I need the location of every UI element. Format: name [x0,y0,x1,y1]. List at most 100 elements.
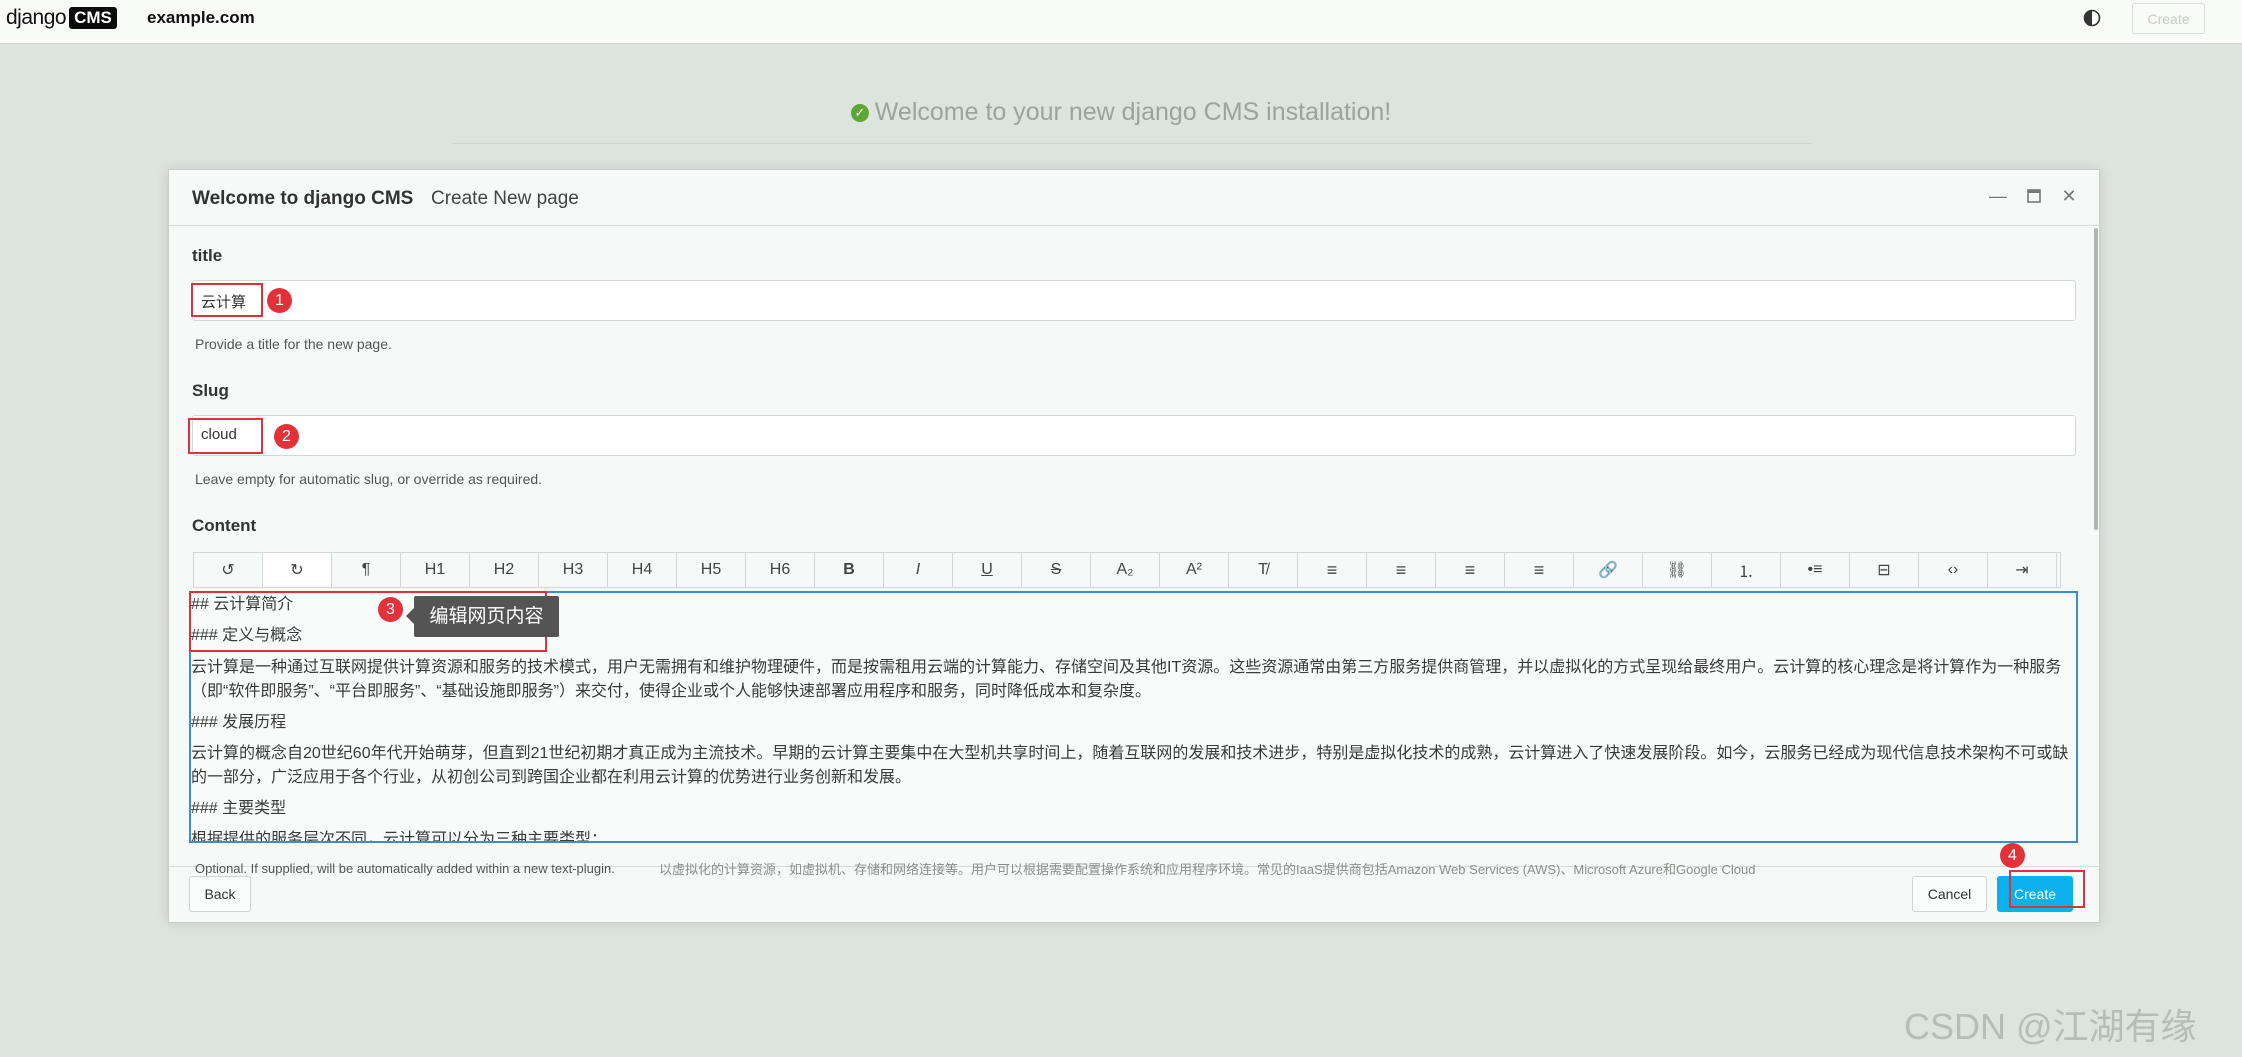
modal-title: Welcome to django CMS [192,188,414,209]
bold-icon: B [843,561,855,578]
modal-subtitle: Create New page [431,188,579,209]
italic-icon: I [915,561,921,578]
strikethrough-icon: S [1050,561,1062,578]
align-left-icon: ≡ [1326,559,1338,580]
top-create-button[interactable]: Create [2132,3,2205,34]
logo-text: django [6,6,67,29]
toolbar-clear-format-button[interactable]: T̸ [1229,553,1298,587]
horizontal-rule-icon: ⊟ [1877,562,1891,579]
toolbar-ordered-list-button[interactable]: ⒈ [1712,553,1781,587]
unlink-icon: ⛓ [1666,562,1688,579]
back-button[interactable]: Back [189,876,251,912]
toolbar-paragraph-button[interactable]: ¶ [332,553,401,587]
toolbar-h2-button[interactable]: H2 [470,553,539,587]
divider [452,143,1812,144]
underline-icon: U [981,561,993,578]
toolbar-bullet-list-button[interactable]: •≡ [1781,553,1850,587]
check-circle-icon: ✓ [850,104,869,122]
step-badge-3: 3 [378,597,403,622]
h4-icon: H4 [631,561,653,578]
toolbar-h3-button[interactable]: H3 [539,553,608,587]
toolbar-redo-button[interactable]: ↻ [263,553,332,587]
highlight-box-1 [191,283,263,317]
link-icon: 🔗 [1598,562,1618,579]
undo-icon: ↺ [221,562,235,579]
editor-line: 根据提供的服务层次不同，云计算可以分为三种主要类型： [191,831,608,843]
toolbar-indent-button[interactable]: ⇥ [1988,553,2057,587]
editor-line: ### 发展历程 [191,714,287,731]
toolbar-align-left-button[interactable]: ≡ [1298,553,1367,587]
slug-label: Slug [192,381,229,400]
top-bar: django CMS example.com Create [0,0,2242,44]
h2-icon: H2 [493,561,515,578]
slug-input[interactable]: cloud [192,415,2076,456]
modal-footer: Optional. If supplied, will be automatic… [169,843,2099,922]
h5-icon: H5 [700,561,722,578]
logo-badge: CMS [69,7,117,29]
align-center-icon: ≡ [1395,559,1407,580]
slug-help-text: Leave empty for automatic slug, or overr… [195,471,543,487]
minimize-icon[interactable]: — [1988,186,2008,206]
toolbar-underline-button[interactable]: U [953,553,1022,587]
site-name-link[interactable]: example.com [147,8,255,28]
bullet-list-icon: •≡ [1807,561,1823,578]
step-badge-2: 2 [274,424,299,449]
editor-overflow-text: 以虚拟化的计算资源，如虚拟机、存储和网络连接等。用户可以根据需要配置操作系统和应… [659,862,1756,877]
redo-icon: ↻ [290,562,304,579]
scrollbar-thumb[interactable] [2094,228,2098,530]
step-badge-1: 1 [267,288,292,313]
toolbar-h5-button[interactable]: H5 [677,553,746,587]
paragraph-icon: ¶ [361,561,371,578]
edit-content-tooltip: 编辑网页内容 [406,596,559,637]
highlight-box-4 [2009,870,2085,908]
source-code-icon: ‹› [1947,561,1959,578]
modal-body: title 云计算 1 Provide a title for the new … [169,226,2089,866]
close-icon[interactable]: ✕ [2059,186,2079,206]
maximize-icon[interactable] [2024,186,2044,206]
clear-format-icon: T̸ [1258,561,1268,578]
modal-header: Welcome to django CMS Create New page — … [169,170,2099,226]
modal-scrollbar[interactable] [2094,226,2100,866]
toolbar-justify-button[interactable]: ≡ [1505,553,1574,587]
create-page-modal: Welcome to django CMS Create New page — … [168,169,2100,923]
toolbar-unlink-button[interactable]: ⛓ [1643,553,1712,587]
toolbar-horizontal-rule-button[interactable]: ⊟ [1850,553,1919,587]
title-input[interactable]: 云计算 [192,280,2076,321]
django-cms-logo[interactable]: django CMS [6,6,117,30]
contrast-toggle-icon[interactable] [2083,9,2101,27]
toolbar-h1-button[interactable]: H1 [401,553,470,587]
content-help-text: Optional. If supplied, will be automatic… [195,861,615,876]
h3-icon: H3 [562,561,584,578]
justify-icon: ≡ [1533,559,1545,580]
toolbar-source-code-button[interactable]: ‹› [1919,553,1988,587]
highlight-box-2 [188,418,263,454]
editor-line: ### 主要类型 [191,800,287,817]
h6-icon: H6 [769,561,791,578]
toolbar-superscript-button[interactable]: A² [1160,553,1229,587]
h1-icon: H1 [424,561,446,578]
welcome-text: Welcome to your new django CMS installat… [874,98,1392,126]
toolbar-link-button[interactable]: 🔗 [1574,553,1643,587]
toolbar-h6-button[interactable]: H6 [746,553,815,587]
editor-toolbar: ↺ ↻ ¶ H1 H2 H3 H4 H5 H6 B I U S A₂ A² T̸ ≡ ≡ ≡ ≡ 🔗 ⛓ ⒈ •≡ ⊟ ‹› ⇥ [193,552,2061,588]
title-label: title [192,246,223,265]
toolbar-strikethrough-button[interactable]: S [1022,553,1091,587]
ordered-list-icon: ⒈ [1737,564,1754,581]
watermark: CSDN @江湖有缘 [1904,1006,2197,1047]
toolbar-italic-button[interactable]: I [884,553,953,587]
toolbar-align-right-button[interactable]: ≡ [1436,553,1505,587]
toolbar-h4-button[interactable]: H4 [608,553,677,587]
toolbar-align-center-button[interactable]: ≡ [1367,553,1436,587]
welcome-message: ✓ Welcome to your new django CMS installa… [0,98,2242,127]
toolbar-subscript-button[interactable]: A₂ [1091,553,1160,587]
step-badge-4: 4 [2000,843,2025,868]
toolbar-undo-button[interactable]: ↺ [194,553,263,587]
editor-paragraph: 云计算是一种通过互联网提供计算资源和服务的技术模式，用户无需拥有和维护物理硬件，… [191,659,2062,700]
editor-paragraph: 云计算的概念自20世纪60年代开始萌芽，但直到21世纪初期才真正成为主流技术。早… [191,745,2069,786]
align-right-icon: ≡ [1464,559,1476,580]
subscript-icon: A₂ [1116,561,1134,578]
content-label: Content [192,516,257,535]
toolbar-bold-button[interactable]: B [815,553,884,587]
indent-icon: ⇥ [2015,562,2029,579]
cancel-button[interactable]: Cancel [1912,876,1987,912]
